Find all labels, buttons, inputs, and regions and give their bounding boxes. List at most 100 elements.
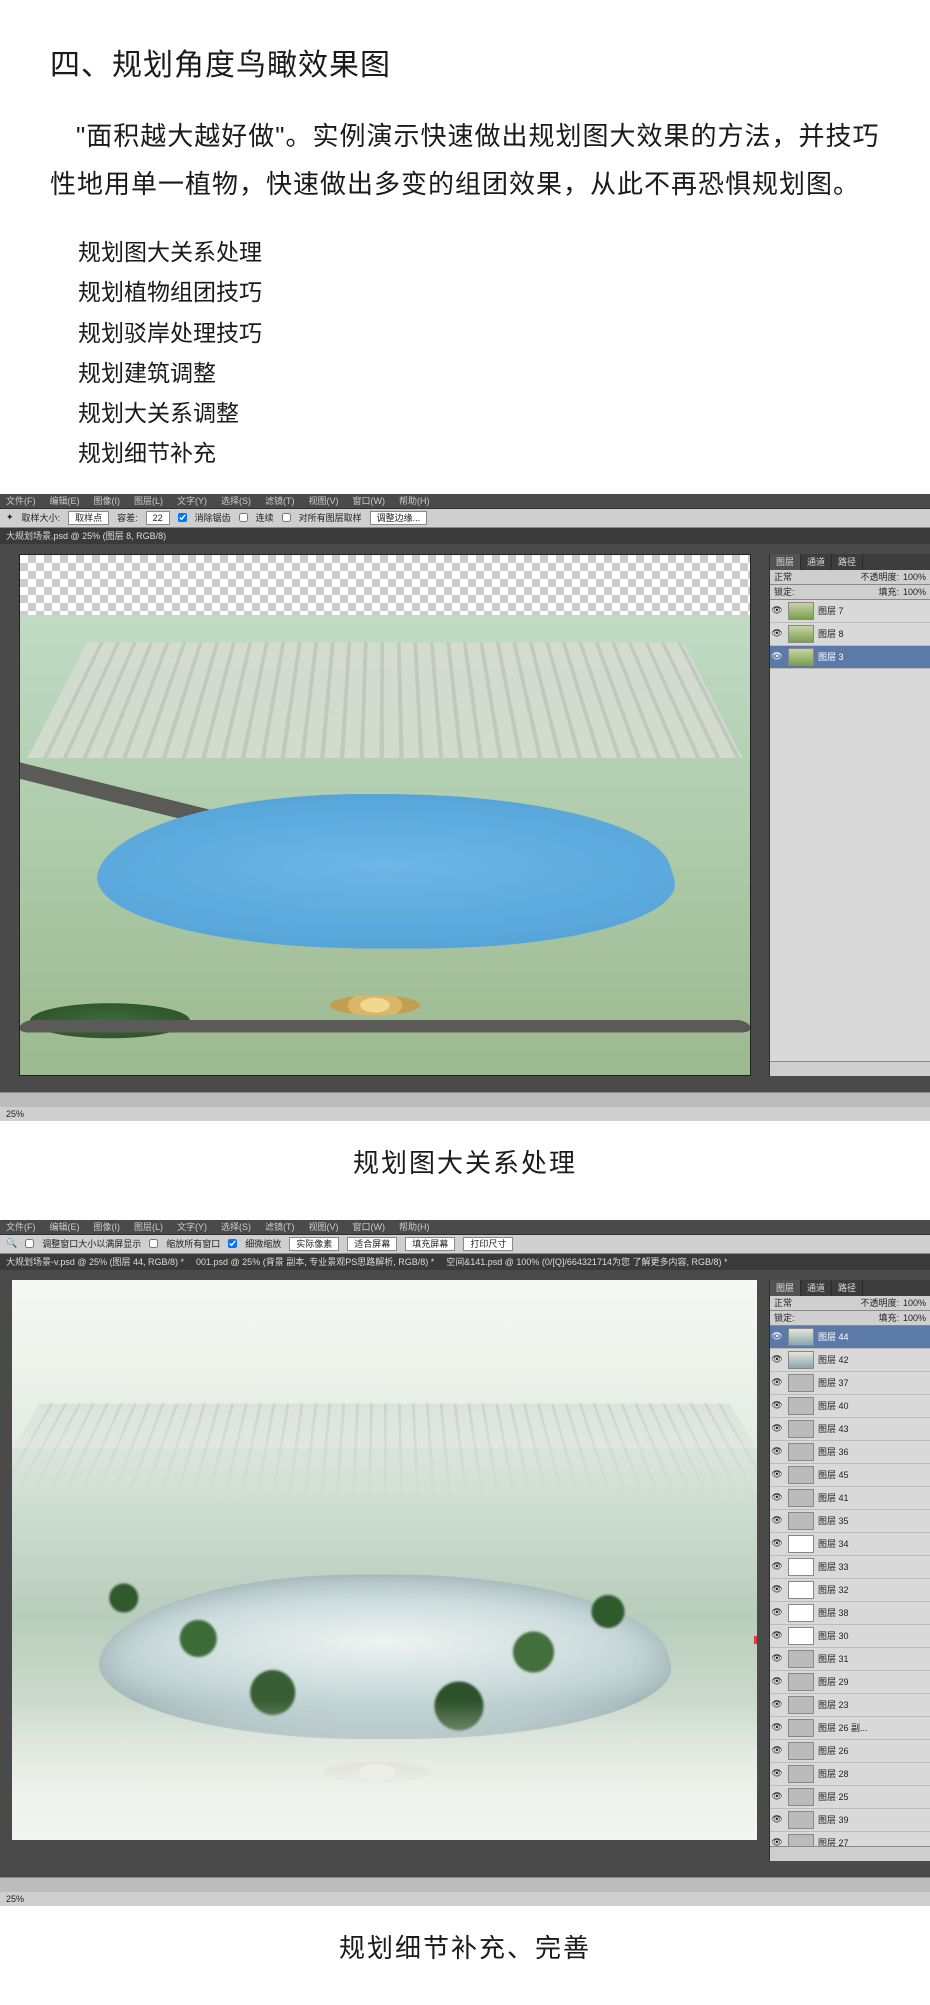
menu-item[interactable]: 编辑(E) <box>50 494 80 507</box>
all-layers-checkbox[interactable] <box>282 513 291 522</box>
antialias-checkbox[interactable] <box>178 513 187 522</box>
document-tab-bar[interactable]: 大规划场景-v.psd @ 25% (图层 44, RGB/8) * 001.ps… <box>0 1254 930 1270</box>
visibility-icon[interactable]: 👁 <box>770 1653 784 1664</box>
panel-tab[interactable]: 路径 <box>832 554 863 570</box>
document-tab-bar[interactable]: 大规划场景.psd @ 25% (图层 8, RGB/8) <box>0 528 930 544</box>
visibility-icon[interactable]: 👁 <box>770 1584 784 1595</box>
layer-row[interactable]: 👁图层 32 <box>770 1579 930 1602</box>
menu-item[interactable]: 编辑(E) <box>50 1220 80 1233</box>
visibility-icon[interactable]: 👁 <box>770 1377 784 1388</box>
layer-row[interactable]: 👁图层 3 <box>770 646 930 669</box>
visibility-icon[interactable]: 👁 <box>770 1469 784 1480</box>
fit-screen-button[interactable]: 适合屏幕 <box>347 1237 397 1251</box>
fill-value[interactable]: 100% <box>903 587 926 597</box>
options-bar[interactable]: 🔍 调整窗口大小以满屏显示 缩放所有窗口 细微缩放 实际像素 适合屏幕 填充屏幕… <box>0 1235 930 1254</box>
panel-tab[interactable]: 通道 <box>801 1280 832 1296</box>
menu-item[interactable]: 文件(F) <box>6 1220 36 1233</box>
document-tab[interactable]: 001.psd @ 25% (背景 副本, 专业景观PS思路解析, RGB/8)… <box>196 1255 434 1268</box>
menu-item[interactable]: 文字(Y) <box>177 494 207 507</box>
menu-item[interactable]: 帮助(H) <box>399 1220 430 1233</box>
panel-tab[interactable]: 通道 <box>801 554 832 570</box>
visibility-icon[interactable]: 👁 <box>770 1400 784 1411</box>
fill-value[interactable]: 100% <box>903 1313 926 1323</box>
visibility-icon[interactable]: 👁 <box>770 1676 784 1687</box>
layer-row[interactable]: 👁图层 38 <box>770 1602 930 1625</box>
menu-item[interactable]: 选择(S) <box>221 494 251 507</box>
menu-bar[interactable]: 文件(F)编辑(E)图像(I)图层(L)文字(Y)选择(S)滤镜(T)视图(V)… <box>0 494 930 509</box>
visibility-icon[interactable]: 👁 <box>770 1492 784 1503</box>
options-bar[interactable]: ✦ 取样大小: 取样点 容差: 22 消除锯齿 连续 对所有图层取样 调整边缘.… <box>0 509 930 528</box>
layer-row[interactable]: 👁图层 41 <box>770 1487 930 1510</box>
layer-row[interactable]: 👁图层 33 <box>770 1556 930 1579</box>
layer-row[interactable]: 👁图层 37 <box>770 1372 930 1395</box>
menu-item[interactable]: 视图(V) <box>309 494 339 507</box>
layer-row[interactable]: 👁图层 39 <box>770 1809 930 1832</box>
canvas-viewport[interactable] <box>19 554 751 1076</box>
layer-row[interactable]: 👁图层 31 <box>770 1648 930 1671</box>
visibility-icon[interactable]: 👁 <box>770 1630 784 1641</box>
menu-bar[interactable]: 文件(F) 编辑(E) 图像(I) 图层(L) 文字(Y) 选择(S) 滤镜(T) 视图(V)… <box>0 1220 930 1235</box>
visibility-icon[interactable]: 👁 <box>770 1607 784 1618</box>
document-tab[interactable]: 大规划场景-v.psd @ 25% (图层 44, RGB/8) * <box>6 1255 184 1268</box>
menu-item[interactable]: 文字(Y) <box>177 1220 207 1233</box>
blend-mode-select[interactable]: 正常 <box>774 570 856 583</box>
contiguous-checkbox[interactable] <box>239 513 248 522</box>
scrubby-zoom-checkbox[interactable] <box>228 1239 237 1248</box>
visibility-icon[interactable]: 👁 <box>770 628 784 639</box>
layer-row[interactable]: 👁图层 40 <box>770 1395 930 1418</box>
zoom-all-checkbox[interactable] <box>149 1239 158 1248</box>
canvas-viewport[interactable] <box>12 1280 757 1840</box>
document-tab[interactable]: 大规划场景.psd @ 25% (图层 8, RGB/8) <box>6 529 166 542</box>
visibility-icon[interactable]: 👁 <box>770 1446 784 1457</box>
menu-item[interactable]: 滤镜(T) <box>265 494 295 507</box>
horizontal-scrollbar[interactable] <box>0 1877 930 1892</box>
menu-item[interactable]: 图像(I) <box>94 494 121 507</box>
fill-screen-button[interactable]: 填充屏幕 <box>405 1237 455 1251</box>
menu-item[interactable]: 视图(V) <box>309 1220 339 1233</box>
refine-edge-button[interactable]: 调整边缘... <box>370 511 428 525</box>
layer-row[interactable]: 👁图层 29 <box>770 1671 930 1694</box>
layer-row[interactable]: 👁图层 23 <box>770 1694 930 1717</box>
document-tab[interactable]: 空间&141.psd @ 100% (0/[Q]/664321714为您 了解更… <box>446 1255 727 1268</box>
menu-item[interactable]: 窗口(W) <box>353 1220 386 1233</box>
menu-item[interactable]: 滤镜(T) <box>265 1220 295 1233</box>
layer-row[interactable]: 👁图层 8 <box>770 623 930 646</box>
layer-row[interactable]: 👁图层 34 <box>770 1533 930 1556</box>
layer-row[interactable]: 👁图层 25 <box>770 1786 930 1809</box>
panel-footer[interactable] <box>770 1061 930 1076</box>
resize-window-checkbox[interactable] <box>25 1239 34 1248</box>
visibility-icon[interactable]: 👁 <box>770 1515 784 1526</box>
layer-row[interactable]: 👁图层 28 <box>770 1763 930 1786</box>
layer-row[interactable]: 👁图层 30 <box>770 1625 930 1648</box>
visibility-icon[interactable]: 👁 <box>770 1561 784 1572</box>
layer-row[interactable]: 👁图层 44 <box>770 1326 930 1349</box>
menu-item[interactable]: 选择(S) <box>221 1220 251 1233</box>
menu-item[interactable]: 窗口(W) <box>353 494 386 507</box>
layer-row[interactable]: 👁图层 45 <box>770 1464 930 1487</box>
panel-footer[interactable] <box>770 1846 930 1861</box>
layers-panel[interactable]: 图层通道路径 正常 不透明度: 100% 锁定: 填充: 100% 👁图层 7👁… <box>769 554 930 1076</box>
visibility-icon[interactable]: 👁 <box>770 1538 784 1549</box>
visibility-icon[interactable]: 👁 <box>770 651 784 662</box>
tolerance-input[interactable]: 22 <box>146 511 170 525</box>
layer-row[interactable]: 👁图层 42 <box>770 1349 930 1372</box>
opacity-value[interactable]: 100% <box>903 572 926 582</box>
layers-panel[interactable]: 图层通道路径 正常 不透明度: 100% 锁定: 填充: 100% 👁图层 44… <box>769 1280 930 1861</box>
sample-size-select[interactable]: 取样点 <box>68 511 109 525</box>
panel-tab[interactable]: 图层 <box>770 1280 801 1296</box>
menu-item[interactable]: 图层(L) <box>134 1220 163 1233</box>
menu-item[interactable]: 图层(L) <box>134 494 163 507</box>
visibility-icon[interactable]: 👁 <box>770 1331 784 1342</box>
layer-row[interactable]: 👁图层 35 <box>770 1510 930 1533</box>
layer-row[interactable]: 👁图层 27 <box>770 1832 930 1846</box>
menu-item[interactable]: 帮助(H) <box>399 494 430 507</box>
layer-row[interactable]: 👁图层 26 副... <box>770 1717 930 1740</box>
panel-tab[interactable]: 图层 <box>770 554 801 570</box>
layer-row[interactable]: 👁图层 43 <box>770 1418 930 1441</box>
panel-tab[interactable]: 路径 <box>832 1280 863 1296</box>
visibility-icon[interactable]: 👁 <box>770 1768 784 1779</box>
actual-pixels-button[interactable]: 实际像素 <box>289 1237 339 1251</box>
menu-item[interactable]: 图像(I) <box>94 1220 121 1233</box>
visibility-icon[interactable]: 👁 <box>770 1354 784 1365</box>
layer-row[interactable]: 👁图层 36 <box>770 1441 930 1464</box>
